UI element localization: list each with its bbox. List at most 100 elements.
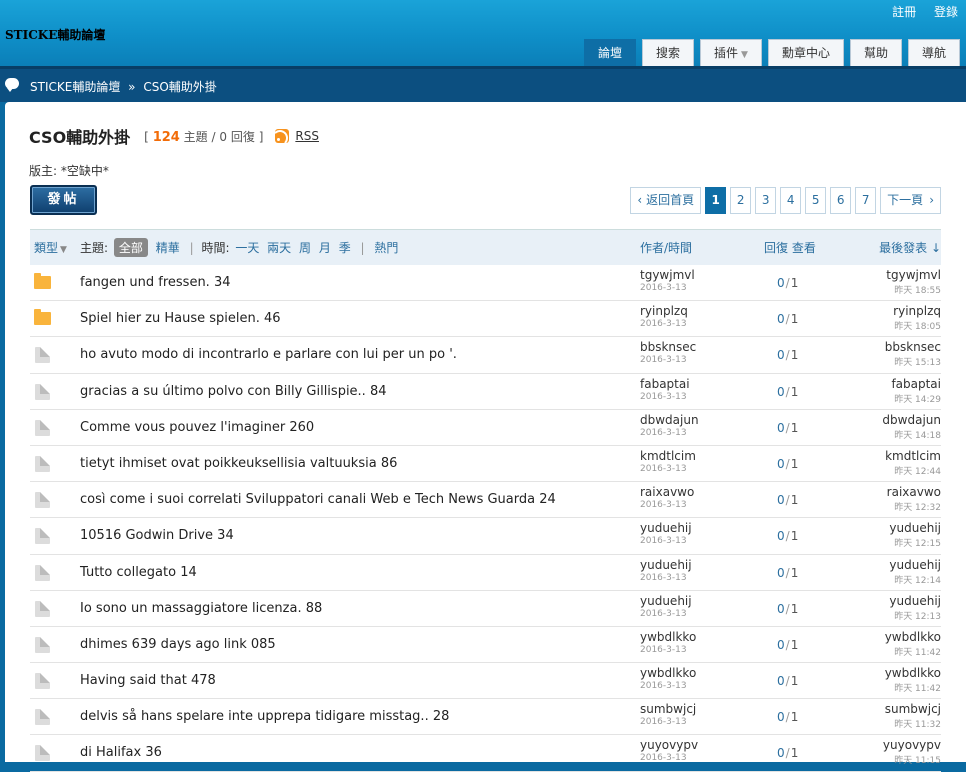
thread-subject[interactable]: tietyt ihmiset ovat poikkeuksellisia val…	[80, 456, 397, 471]
sort-views[interactable]: 查看	[792, 241, 816, 255]
folder-icon[interactable]	[35, 564, 50, 581]
last-post-user[interactable]: raixavwo	[887, 485, 941, 499]
nav-tab-medals[interactable]: 勳章中心	[767, 39, 844, 66]
last-post-time[interactable]: 昨天 15:13	[885, 355, 941, 368]
nav-tab-forum[interactable]: 論壇	[583, 39, 636, 66]
folder-icon[interactable]	[35, 528, 50, 545]
reply-count[interactable]: 0	[777, 746, 785, 760]
last-post-user[interactable]: ryinplzq	[893, 304, 941, 318]
sort-last-post[interactable]: 最後發表 ↓	[879, 239, 941, 256]
page-6[interactable]: 6	[830, 187, 852, 214]
author-name[interactable]: yuduehij	[640, 521, 692, 535]
last-post-time[interactable]: 昨天 18:55	[886, 283, 941, 296]
last-post-user[interactable]: yuduehij	[889, 594, 941, 608]
last-post-user[interactable]: yuduehij	[889, 521, 941, 535]
folder-icon[interactable]	[35, 383, 50, 400]
reply-count[interactable]: 0	[777, 566, 785, 580]
thread-subject[interactable]: Comme vous pouvez l'imaginer 260	[80, 420, 314, 435]
site-title[interactable]: STICKE輔助論壇	[5, 26, 105, 43]
last-post-time[interactable]: 昨天 12:13	[889, 609, 941, 622]
breadcrumb-current[interactable]: CSO輔助外掛	[143, 80, 216, 94]
author-name[interactable]: dbwdajun	[640, 413, 699, 427]
last-post-time[interactable]: 昨天 14:18	[882, 428, 941, 441]
last-post-time[interactable]: 昨天 11:42	[885, 645, 941, 658]
next-page-button[interactable]: 下一頁	[880, 187, 941, 214]
hot-folder-icon[interactable]	[34, 273, 51, 289]
page-5[interactable]: 5	[805, 187, 827, 214]
last-post-time[interactable]: 昨天 12:15	[889, 536, 941, 549]
reply-count[interactable]: 0	[777, 457, 785, 471]
author-name[interactable]: fabaptai	[640, 377, 690, 391]
thread-subject[interactable]: ho avuto modo di incontrarlo e parlare c…	[80, 347, 457, 362]
last-post-time[interactable]: 昨天 12:14	[889, 573, 941, 586]
author-name[interactable]: ryinplzq	[640, 304, 688, 318]
last-post-user[interactable]: ywbdlkko	[885, 666, 941, 680]
rss-link[interactable]: RSS	[275, 129, 319, 143]
nav-tab-navigation[interactable]: 導航	[907, 39, 960, 66]
author-name[interactable]: bbsknsec	[640, 340, 696, 354]
filter-month[interactable]: 月	[319, 241, 331, 255]
last-post-user[interactable]: fabaptai	[891, 377, 941, 391]
new-post-button[interactable]: 發帖	[30, 185, 97, 215]
last-post-user[interactable]: kmdtlcim	[885, 449, 941, 463]
thread-subject[interactable]: così come i suoi correlati Sviluppatori …	[80, 492, 556, 507]
folder-icon[interactable]	[35, 347, 50, 364]
page-4[interactable]: 4	[780, 187, 802, 214]
login-link[interactable]: 登錄	[934, 5, 958, 19]
filter-all[interactable]: 全部	[113, 238, 148, 257]
filter-digest[interactable]: 精華	[156, 241, 180, 255]
reply-count[interactable]: 0	[777, 348, 785, 362]
author-name[interactable]: yuduehij	[640, 594, 692, 608]
page-2[interactable]: 2	[730, 187, 752, 214]
folder-icon[interactable]	[35, 455, 50, 472]
filter-one-day[interactable]: 一天	[235, 241, 259, 255]
filter-week[interactable]: 周	[299, 241, 311, 255]
author-name[interactable]: yuyovypv	[640, 738, 698, 752]
thread-subject[interactable]: gracias a su último polvo con Billy Gill…	[80, 384, 387, 399]
page-1[interactable]: 1	[705, 187, 727, 214]
thread-subject[interactable]: delvis så hans spelare inte upprepa tidi…	[80, 709, 449, 724]
thread-subject[interactable]: dhimes 639 days ago link 085	[80, 637, 276, 652]
sort-author-time[interactable]: 作者/時間	[640, 239, 692, 256]
thread-subject[interactable]: fangen und fressen. 34	[80, 275, 231, 290]
last-post-user[interactable]: yuyovypv	[883, 738, 941, 752]
thread-subject[interactable]: Having said that 478	[80, 673, 216, 688]
breadcrumb-home[interactable]: STICKE輔助論壇	[30, 80, 120, 94]
nav-tab-search[interactable]: 搜索	[642, 39, 695, 66]
last-post-user[interactable]: ywbdlkko	[885, 630, 941, 644]
register-link[interactable]: 註冊	[892, 5, 916, 19]
folder-icon[interactable]	[35, 709, 50, 726]
hot-folder-icon[interactable]	[34, 309, 51, 326]
last-post-user[interactable]: bbsknsec	[885, 340, 941, 354]
page-7[interactable]: 7	[855, 187, 877, 214]
author-name[interactable]: sumbwjcj	[640, 702, 696, 716]
reply-count[interactable]: 0	[777, 710, 785, 724]
nav-tab-plugins[interactable]: 插件 ▼	[700, 39, 762, 66]
folder-icon[interactable]	[35, 600, 50, 617]
thread-subject[interactable]: Io sono un massaggiatore licenza. 88	[80, 601, 322, 616]
folder-icon[interactable]	[35, 673, 50, 690]
last-post-time[interactable]: 昨天 11:32	[885, 717, 941, 730]
nav-tab-help[interactable]: 幫助	[849, 39, 902, 66]
folder-icon[interactable]	[35, 419, 50, 436]
thread-subject[interactable]: di Halifax 36	[80, 745, 162, 760]
reply-count[interactable]: 0	[777, 638, 785, 652]
page-3[interactable]: 3	[755, 187, 777, 214]
author-name[interactable]: raixavwo	[640, 485, 694, 499]
author-name[interactable]: yuduehij	[640, 558, 692, 572]
last-post-time[interactable]: 昨天 18:05	[893, 319, 941, 332]
reply-count[interactable]: 0	[777, 529, 785, 543]
thread-subject[interactable]: Tutto collegato 14	[80, 565, 197, 580]
reply-count[interactable]: 0	[777, 674, 785, 688]
type-filter-label[interactable]: 類型	[34, 241, 58, 255]
last-post-user[interactable]: sumbwjcj	[885, 702, 941, 716]
reply-count[interactable]: 0	[777, 602, 785, 616]
last-post-time[interactable]: 昨天 14:29	[891, 392, 941, 405]
author-name[interactable]: ywbdlkko	[640, 630, 696, 644]
type-filter[interactable]: 類型 ▼	[34, 239, 67, 256]
reply-count[interactable]: 0	[777, 385, 785, 399]
author-name[interactable]: ywbdlkko	[640, 666, 696, 680]
reply-count[interactable]: 0	[777, 421, 785, 435]
last-post-time[interactable]: 昨天 12:44	[885, 464, 941, 477]
filter-two-days[interactable]: 兩天	[267, 241, 291, 255]
